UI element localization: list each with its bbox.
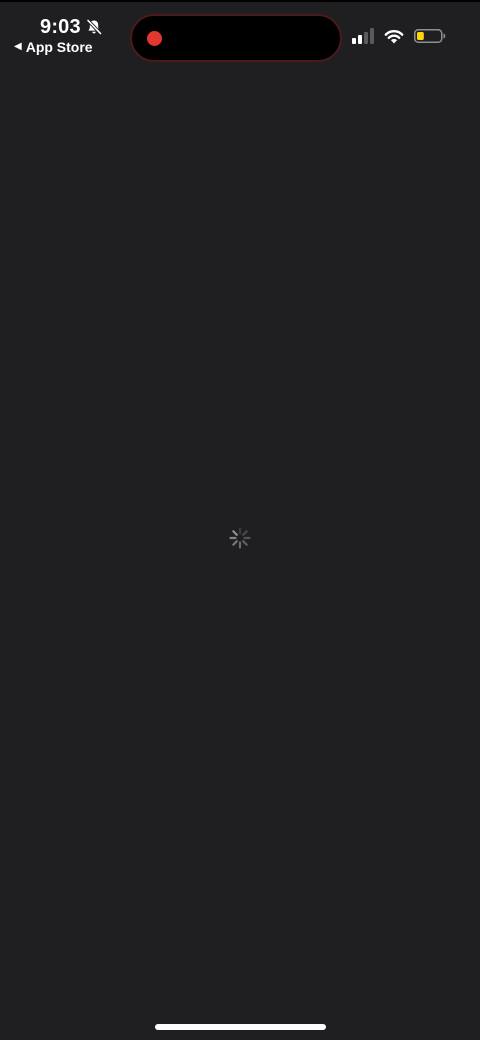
status-indicators: [352, 28, 446, 49]
spinner-spoke: [232, 540, 238, 546]
status-time: 9:03: [40, 16, 81, 38]
spinner-spoke: [242, 530, 248, 536]
home-indicator[interactable]: [155, 1024, 326, 1030]
cellular-signal-icon: [352, 28, 374, 49]
app-screen: 9:03 ◀ App Store: [0, 0, 480, 1040]
spinner-spoke: [242, 540, 248, 546]
dynamic-island[interactable]: [130, 14, 342, 62]
time-group: 9:03: [40, 16, 103, 38]
back-link-label: App Store: [25, 39, 93, 55]
spinner-spoke: [232, 530, 238, 536]
wifi-icon: [384, 28, 404, 49]
status-bar: 9:03 ◀ App Store: [0, 0, 480, 64]
back-to-app-store-link[interactable]: ◀ App Store: [14, 39, 93, 55]
back-chevron-icon: ◀: [14, 41, 22, 52]
bell-slash-icon: [85, 18, 103, 36]
screen-recording-dot-icon: [147, 31, 162, 46]
activity-spinner-icon: [228, 526, 252, 550]
battery-icon: [414, 28, 446, 49]
